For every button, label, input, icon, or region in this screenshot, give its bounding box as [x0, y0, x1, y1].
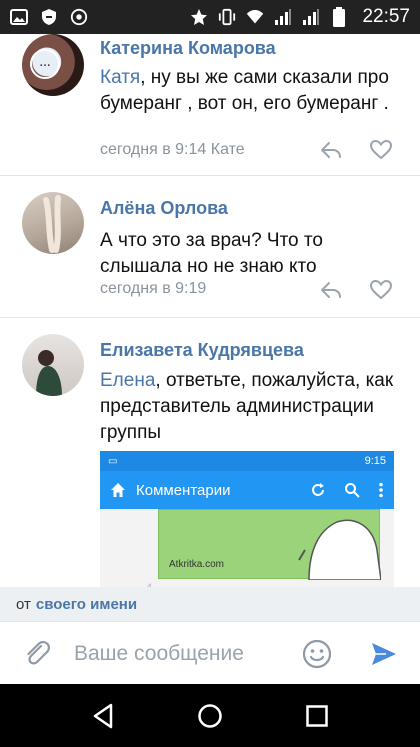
vibrate-icon	[218, 8, 236, 26]
emoji-icon[interactable]	[302, 639, 332, 669]
system-nav-bar	[0, 684, 420, 747]
comment-text: Елена, ответьте, пожалуйста, как предста…	[100, 370, 394, 443]
app-icon	[70, 8, 88, 26]
avatar[interactable]	[22, 192, 84, 254]
recents-icon[interactable]	[305, 704, 329, 728]
comment-author[interactable]: Елизавета Кудрявцева	[100, 340, 304, 361]
more-vert-icon	[379, 482, 383, 498]
paperclip-icon[interactable]	[22, 638, 52, 668]
battery-icon	[330, 7, 348, 27]
signal-icon	[274, 8, 292, 26]
refresh-icon	[312, 483, 324, 496]
comments-feed[interactable]: ∙∙∙ Катерина Комарова Катя, ну вы же сам…	[0, 34, 420, 621]
comment-text: Катя, ну вы же сами сказали про бумеранг…	[100, 67, 389, 114]
attached-status-bar: ▭ 9:15	[100, 451, 394, 471]
comment-meta: сегодня в 9:19	[100, 280, 207, 297]
watermark-text: Atkritka.com	[169, 559, 225, 570]
shield-icon	[40, 8, 58, 26]
comment-text: А что это за врач? Что то слышала но не …	[100, 230, 323, 277]
send-icon[interactable]	[370, 640, 398, 668]
post-as-link[interactable]: своего имени	[36, 596, 137, 613]
like-heart-icon[interactable]	[370, 140, 392, 160]
signal-icon	[302, 8, 320, 26]
comment-meta: сегодня в 9:14 Кате	[100, 141, 245, 158]
post-as-prefix: от	[16, 595, 31, 613]
comment-author[interactable]: Катерина Комарова	[100, 38, 276, 59]
avatar[interactable]	[22, 334, 84, 396]
comment-item: ∙∙∙ Катерина Комарова Катя, ну вы же сам…	[0, 34, 420, 176]
back-icon[interactable]	[91, 703, 115, 729]
reply-icon[interactable]	[320, 140, 342, 160]
message-input[interactable]	[74, 636, 284, 672]
attached-toolbar: Комментарии	[100, 471, 394, 509]
like-heart-icon[interactable]	[370, 280, 392, 300]
search-icon	[345, 483, 360, 498]
home-icon	[111, 483, 125, 497]
svg-text:∙∙∙: ∙∙∙	[39, 62, 50, 69]
message-composer	[0, 621, 420, 684]
avatar[interactable]: ∙∙∙	[22, 34, 84, 96]
star-icon	[190, 8, 208, 26]
wifi-icon	[246, 8, 264, 26]
home-circle-icon[interactable]	[197, 703, 223, 729]
comment-author[interactable]: Алёна Орлова	[100, 198, 228, 219]
attached-toolbar-title: Комментарии	[136, 481, 231, 499]
image-icon	[10, 8, 28, 26]
attached-card-image: Atkritka.com	[158, 509, 381, 580]
attached-status-time: 9:15	[364, 455, 386, 467]
clock-time: 22:57	[362, 6, 410, 27]
post-as-row[interactable]: от своего имени	[0, 587, 420, 621]
mention-link[interactable]: Катя	[100, 67, 140, 88]
reply-icon[interactable]	[320, 280, 342, 300]
status-bar: 22:57	[0, 0, 420, 34]
attached-image[interactable]: ▭ 9:15 Комментарии Atkritka.com	[100, 451, 394, 591]
mention-link[interactable]: Елена	[100, 370, 155, 391]
comment-item: Алёна Орлова А что это за врач? Что то с…	[0, 176, 420, 318]
